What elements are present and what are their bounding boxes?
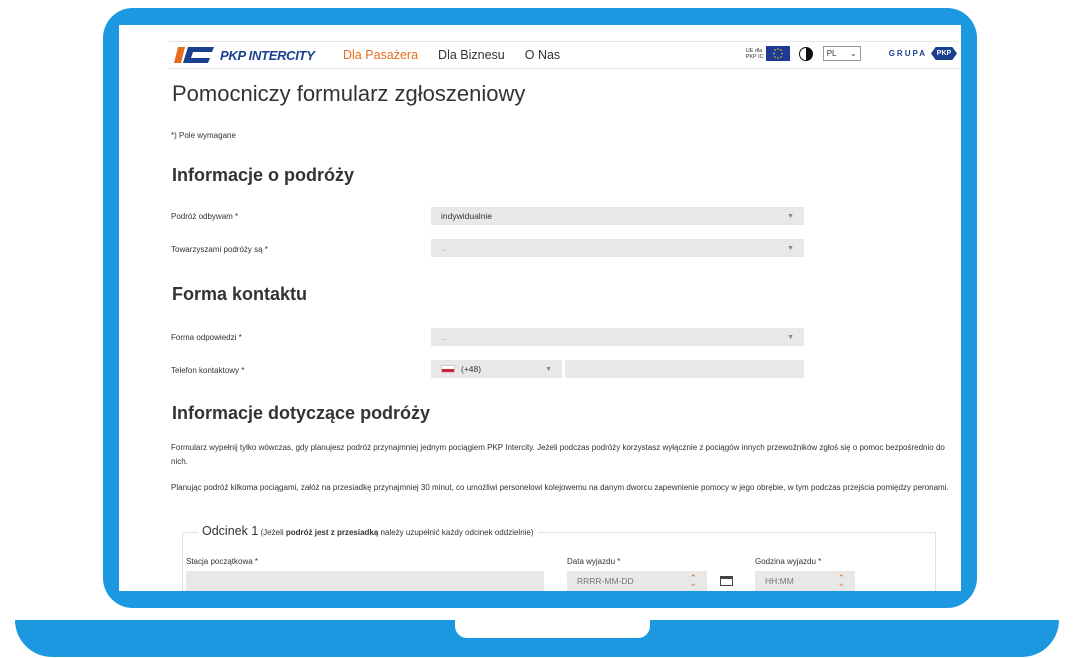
chevron-down-icon: ⌄ — [850, 49, 857, 58]
site-header: PKP INTERCITY Dla Pasażera Dla Biznesu O… — [169, 41, 959, 69]
info-paragraph-2: Planując podróż kilkoma pociągami, załóż… — [171, 483, 949, 492]
section-trip-info-title: Informacje dotyczące podróży — [172, 403, 431, 423]
contrast-toggle-icon[interactable] — [798, 46, 813, 61]
laptop-notch — [455, 620, 650, 638]
main-nav: Dla Pasażera Dla Biznesu O Nas — [343, 48, 580, 62]
time-placeholder: HH:MM — [765, 576, 794, 586]
response-form-label: Forma odpowiedzi * — [171, 333, 242, 342]
chevron-down-icon: ▼ — [545, 365, 552, 373]
grupa-label: GRUPA — [888, 49, 927, 58]
language-select[interactable]: PL ⌄ — [822, 46, 861, 61]
companions-select[interactable]: .. ▼ — [431, 239, 804, 257]
browser-viewport: PKP INTERCITY Dla Pasażera Dla Biznesu O… — [119, 25, 961, 591]
poland-flag-icon — [441, 365, 455, 373]
spinner-icon[interactable]: ⌃ ⌄ — [837, 574, 845, 588]
calendar-icon[interactable] — [720, 576, 733, 586]
phone-prefix-value: (+48) — [461, 364, 482, 374]
spinner-icon[interactable]: ⌃ ⌄ — [689, 574, 697, 588]
laptop-frame: PKP INTERCITY Dla Pasażera Dla Biznesu O… — [103, 8, 977, 608]
segment-note-pre: (Jeżeli — [260, 528, 286, 537]
nav-dla-pasazera[interactable]: Dla Pasażera — [343, 48, 418, 62]
pkp-intercity-logo[interactable]: PKP INTERCITY — [172, 45, 315, 65]
page-title: Pomocniczy formularz zgłoszeniowy — [172, 81, 526, 106]
nav-dla-biznesu[interactable]: Dla Biznesu — [438, 48, 505, 62]
companions-value: .. — [441, 243, 446, 253]
section-travel-title: Informacje o podróży — [172, 165, 355, 185]
grupa-pkp-logo[interactable]: PKP — [931, 47, 957, 60]
response-form-value: .. — [441, 332, 446, 342]
nav-o-nas[interactable]: O Nas — [525, 48, 560, 62]
segment-fieldset: Odcinek 1 (Jeżeli podróż jest z przesiad… — [182, 524, 936, 591]
start-station-input[interactable] — [186, 571, 544, 591]
travel-mode-select[interactable]: indywidualnie ▼ — [431, 207, 804, 225]
header-tools: UE dla PKP IC PL ⌄ GRUPA PKP — [746, 46, 957, 61]
phone-prefix-select[interactable]: (+48) ▼ — [431, 360, 562, 378]
chevron-down-icon: ▼ — [787, 244, 794, 252]
info-paragraph-1: Formularz wypełnij tylko wówczas, gdy pl… — [171, 443, 945, 466]
segment-note-post: należy uzupełnić każdy odcinek oddzielni… — [378, 528, 534, 537]
segment-title: Odcinek 1 — [202, 524, 259, 538]
ue-label: UE dla PKP IC — [745, 47, 764, 60]
ic-logo-icon — [174, 47, 214, 63]
segment-legend: Odcinek 1 (Jeżeli podróż jest z przesiad… — [198, 524, 538, 538]
language-value: PL — [826, 49, 837, 58]
chevron-down-icon: ▼ — [787, 333, 794, 341]
required-note: *) Pole wymagane — [171, 131, 236, 140]
travel-mode-label: Podróż odbywam * — [171, 212, 239, 221]
time-input[interactable]: HH:MM ⌃ ⌄ — [755, 571, 855, 591]
date-label: Data wyjazdu * — [567, 557, 621, 566]
phone-input[interactable] — [565, 360, 804, 378]
logo-text: PKP INTERCITY — [220, 47, 315, 63]
companions-label: Towarzyszami podróży są * — [171, 245, 268, 254]
date-placeholder: RRRR-MM-DD — [577, 576, 634, 586]
response-form-select[interactable]: .. ▼ — [431, 328, 804, 346]
chevron-down-icon: ▼ — [787, 212, 794, 220]
eu-stars-icon — [772, 48, 783, 59]
section-contact-title: Forma kontaktu — [172, 284, 308, 304]
travel-mode-value: indywidualnie — [441, 211, 493, 221]
eu-flag-icon[interactable] — [765, 46, 790, 61]
date-input[interactable]: RRRR-MM-DD ⌃ ⌄ — [567, 571, 707, 591]
time-label: Godzina wyjazdu * — [755, 557, 822, 566]
phone-label: Telefon kontaktowy * — [171, 366, 245, 375]
segment-note-bold: podróż jest z przesiadką — [285, 528, 379, 537]
start-station-label: Stacja początkowa * — [186, 557, 259, 566]
